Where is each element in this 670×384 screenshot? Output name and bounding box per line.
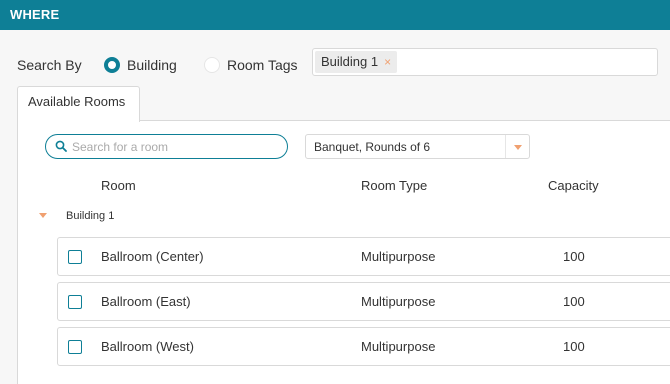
room-checkbox[interactable] [68,340,82,354]
room-checkbox[interactable] [68,250,82,264]
room-capacity: 100 [563,294,585,309]
room-type: Multipurpose [361,249,436,264]
setup-select[interactable]: Banquet, Rounds of 6 [305,134,530,159]
room-tags-radio[interactable] [204,57,220,73]
room-row[interactable]: Ballroom (West) Multipurpose 100 [57,327,670,366]
room-search-field[interactable] [45,134,288,159]
room-name: Ballroom (West) [101,339,194,354]
tag-chip-label: Building 1 [321,54,379,69]
room-search-input[interactable] [72,138,277,156]
room-name: Ballroom (Center) [101,249,204,264]
search-by-label: Search By [17,57,82,73]
column-header-room-type: Room Type [361,178,428,193]
remove-tag-icon[interactable]: × [384,55,391,69]
room-type: Multipurpose [361,294,436,309]
building-tag-chip: Building 1 × [315,51,398,73]
group-collapse-caret-icon[interactable] [39,213,47,218]
room-tags-radio-label[interactable]: Room Tags [227,57,298,73]
column-header-capacity: Capacity [548,178,599,193]
chevron-down-icon[interactable] [505,135,529,158]
building-radio[interactable] [104,57,120,73]
tab-available-rooms[interactable]: Available Rooms [17,86,140,122]
room-checkbox[interactable] [68,295,82,309]
room-row[interactable]: Ballroom (Center) Multipurpose 100 [57,237,670,276]
column-header-room: Room [101,178,136,193]
search-icon [55,140,67,152]
room-row[interactable]: Ballroom (East) Multipurpose 100 [57,282,670,321]
room-type: Multipurpose [361,339,436,354]
where-header: WHERE [0,0,670,30]
room-name: Ballroom (East) [101,294,191,309]
building-radio-label[interactable]: Building [127,57,177,73]
group-label-building: Building 1 [66,210,115,222]
header-title: WHERE [10,7,60,22]
setup-select-value: Banquet, Rounds of 6 [314,140,431,154]
room-capacity: 100 [563,249,585,264]
building-tag-input[interactable]: Building 1 × [312,48,658,76]
room-capacity: 100 [563,339,585,354]
